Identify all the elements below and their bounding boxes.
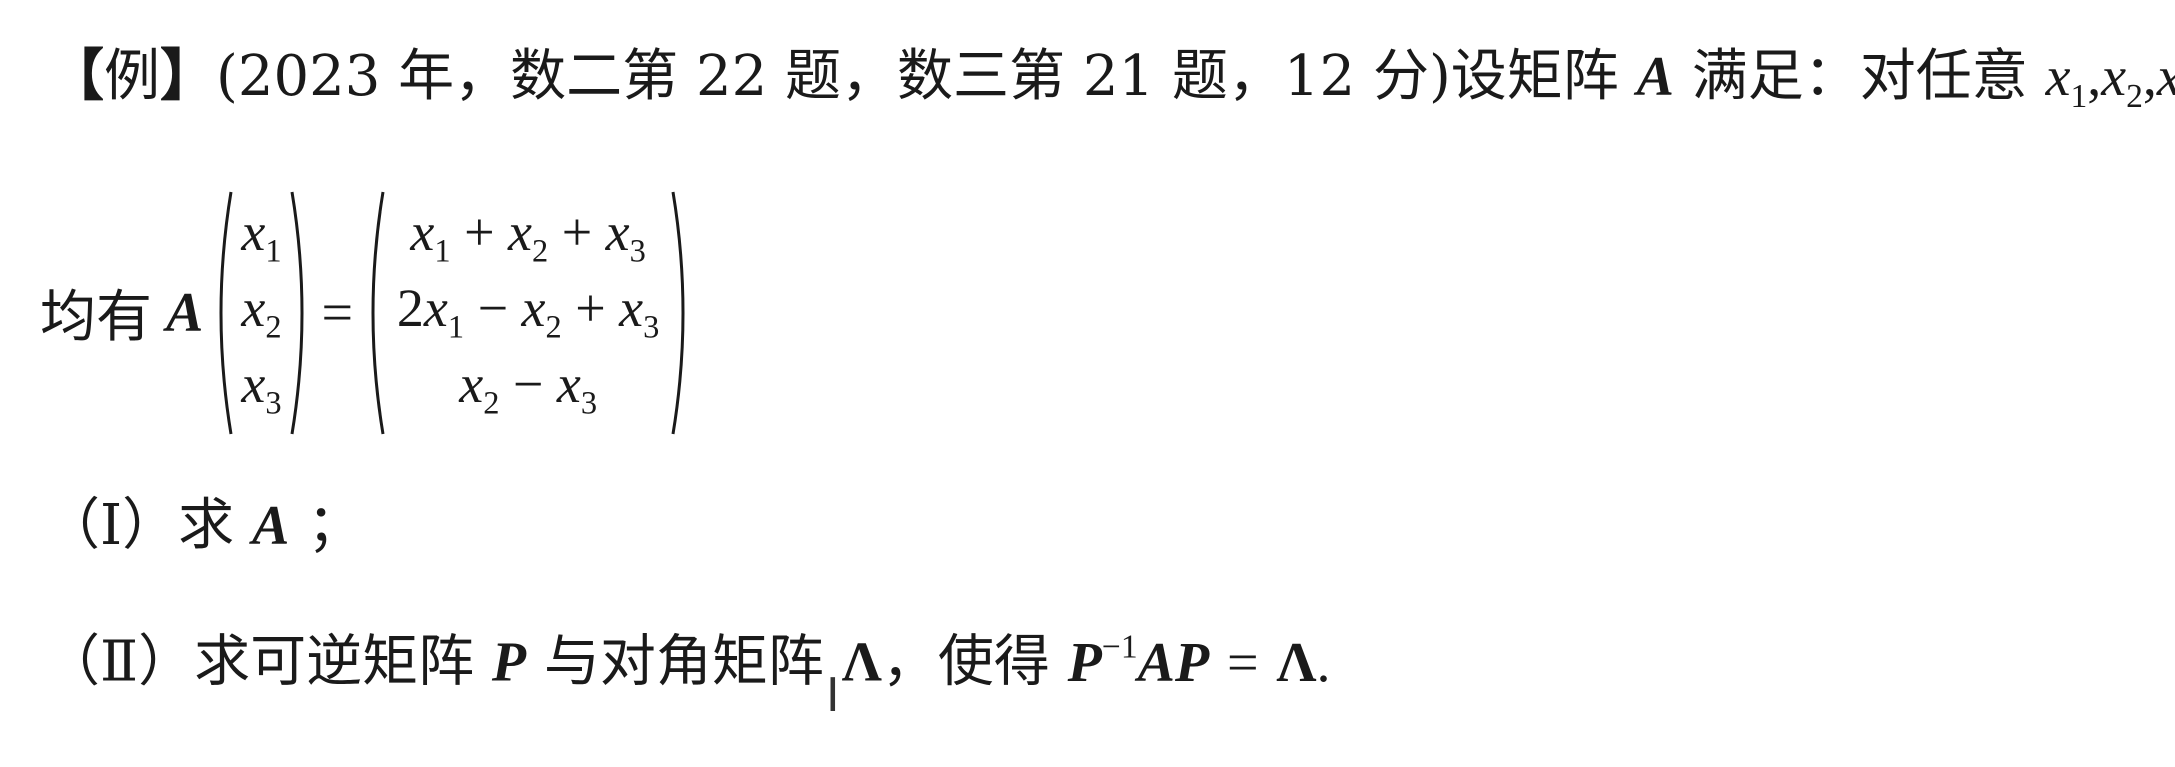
problem-condition: 满足：对任意 [1691, 44, 2028, 109]
part-two-text-3: ，使得 [881, 629, 1050, 695]
part-one-text: 求 [178, 493, 235, 558]
right-paren-icon [290, 191, 304, 434]
matrix-lambda-symbol: Λ [841, 631, 882, 694]
part-one-label: （Ⅰ） [44, 493, 179, 558]
right-vector-entry: x1 + x2 + x3 [410, 202, 646, 270]
equals-sign: = [321, 281, 354, 344]
part-two-label: （Ⅱ） [44, 629, 195, 695]
right-paren-icon [671, 191, 685, 434]
matrix-a-symbol-eq: A [166, 281, 204, 344]
part-two-text-2: 与对角矩阵 [543, 629, 824, 695]
left-vector-entry: x3 [241, 354, 282, 422]
left-vector-entry: x2 [241, 278, 282, 346]
matrix-a-symbol: A [1636, 46, 1674, 108]
problem-header: 【例】(2023 年，数二第 22 题，数三第 21 题，12 分)设矩阵 A … [48, 48, 2175, 113]
similarity-formula: P−1AP = Λ. [1067, 628, 1331, 694]
problem-intro: 设矩阵 [1450, 44, 1619, 109]
right-vector-entry: 2x1 − x2 + x3 [396, 278, 660, 346]
matrix-p-symbol: P [491, 631, 527, 694]
variable-list: x1,x2,x3 [2045, 46, 2175, 115]
part-one: （Ⅰ）求 A ； [44, 495, 363, 557]
right-vector-entry: x2 − x3 [459, 354, 598, 422]
left-column-vector: x1 x2 x3 [209, 188, 313, 438]
example-bracket-open: 【 [48, 43, 104, 109]
example-label: 例 [104, 44, 160, 109]
part-two: （Ⅱ）求可逆矩阵 P 与对角矩阵 Λ，使得 P−1AP = Λ. [44, 630, 1331, 691]
left-paren-icon [219, 191, 233, 434]
left-vector-entry: x1 [241, 202, 282, 270]
equation-prefix: 均有 [40, 285, 152, 350]
part-one-end: ； [307, 493, 364, 558]
left-paren-icon [371, 191, 385, 434]
problem-source: (2023 年，数二第 22 题，数三第 21 题，12 分) [216, 44, 1451, 109]
example-bracket-close: 】 [160, 43, 216, 109]
text-cursor-icon: I [826, 668, 840, 722]
matrix-a-symbol-part1: A [251, 495, 290, 557]
right-column-vector: x1 + x2 + x3 2x1 − x2 + x3 x2 − x3 [361, 188, 695, 438]
matrix-equation: 均有 A x1 x2 x3 = x1 + x2 + x3 2x1 − x2 + … [40, 180, 695, 445]
part-two-text-1: 求可逆矩阵 [194, 629, 475, 695]
